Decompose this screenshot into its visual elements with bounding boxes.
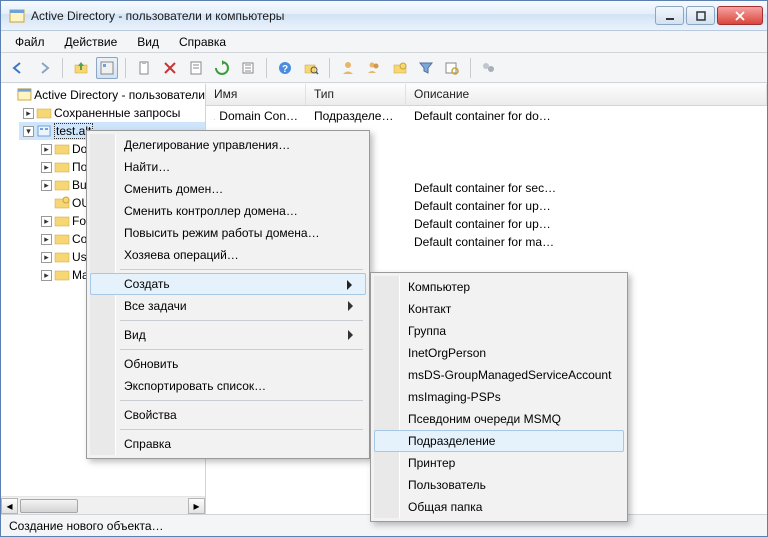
scroll-right-button[interactable]: ▸	[188, 498, 205, 514]
ctx-create[interactable]: Создать	[90, 273, 366, 295]
ctx-delegate[interactable]: Делегирование управления…	[90, 134, 366, 156]
ctx-raise-level[interactable]: Повысить режим работы домена…	[90, 222, 366, 244]
list-header: Имя Тип Описание	[206, 84, 767, 106]
ctx-help[interactable]: Справка	[90, 433, 366, 455]
ou-icon	[214, 109, 215, 123]
ctx-create-contact[interactable]: Контакт	[374, 298, 624, 320]
extra-icon[interactable]	[478, 57, 500, 79]
search-icon[interactable]	[441, 57, 463, 79]
tree-saved-queries[interactable]: ▸ Сохраненные запросы	[19, 104, 205, 122]
ctx-properties[interactable]: Свойства	[90, 404, 366, 426]
refresh-button[interactable]	[211, 57, 233, 79]
ctx-create-msimaging[interactable]: msImaging-PSPs	[374, 386, 624, 408]
titlebar: Active Directory - пользователи и компью…	[1, 1, 767, 31]
ou-icon-toolbar[interactable]	[389, 57, 411, 79]
status-text: Создание нового объекта…	[9, 519, 164, 533]
ctx-create-user[interactable]: Пользователь	[374, 474, 624, 496]
app-icon	[9, 8, 25, 24]
column-type[interactable]: Тип	[306, 84, 406, 105]
menu-view[interactable]: Вид	[129, 33, 167, 51]
ctx-create-sharedfolder[interactable]: Общая папка	[374, 496, 624, 518]
expander-icon[interactable]: ▸	[23, 108, 34, 119]
ctx-find[interactable]: Найти…	[90, 156, 366, 178]
ctx-separator	[120, 269, 363, 270]
submenu-arrow-icon	[348, 330, 358, 340]
svg-text:?: ?	[282, 64, 288, 75]
ctx-view[interactable]: Вид	[90, 324, 366, 346]
properties2-button[interactable]	[185, 57, 207, 79]
toolbar-separator	[470, 58, 471, 78]
folder-icon	[54, 249, 70, 265]
ctx-separator	[120, 429, 363, 430]
window-title: Active Directory - пользователи и компью…	[31, 9, 655, 23]
ctx-separator	[120, 349, 363, 350]
filter-icon[interactable]	[415, 57, 437, 79]
menu-action[interactable]: Действие	[57, 33, 126, 51]
tree-root[interactable]: Active Directory - пользователи	[1, 86, 205, 104]
clipboard-button[interactable]	[133, 57, 155, 79]
menu-file[interactable]: Файл	[7, 33, 53, 51]
ctx-create-msds[interactable]: msDS-GroupManagedServiceAccount	[374, 364, 624, 386]
folder-icon	[54, 177, 70, 193]
expander-icon[interactable]: ▾	[23, 126, 34, 137]
close-button[interactable]	[717, 6, 763, 25]
menubar: Файл Действие Вид Справка	[1, 31, 767, 53]
up-button[interactable]	[70, 57, 92, 79]
context-menu-create: Компьютер Контакт Группа InetOrgPerson m…	[370, 272, 628, 522]
ctx-create-group[interactable]: Группа	[374, 320, 624, 342]
ctx-create-computer[interactable]: Компьютер	[374, 276, 624, 298]
ctx-create-inetorg[interactable]: InetOrgPerson	[374, 342, 624, 364]
folder-icon	[54, 141, 70, 157]
tree-root-icon	[17, 87, 32, 103]
folder-icon	[36, 105, 52, 121]
context-menu-main: Делегирование управления… Найти… Сменить…	[86, 130, 370, 459]
folder-icon	[54, 159, 70, 175]
ctx-all-tasks[interactable]: Все задачи	[90, 295, 366, 317]
user-icon[interactable]	[337, 57, 359, 79]
properties-button[interactable]	[96, 57, 118, 79]
forward-button[interactable]	[33, 57, 55, 79]
toolbar-separator	[62, 58, 63, 78]
folder-icon	[54, 267, 70, 283]
list-row[interactable]: Domain Con… Подразделение Default contai…	[206, 107, 767, 125]
scroll-thumb[interactable]	[20, 499, 78, 513]
minimize-button[interactable]	[655, 6, 684, 25]
ctx-create-printer[interactable]: Принтер	[374, 452, 624, 474]
folder-icon	[54, 231, 70, 247]
submenu-arrow-icon	[348, 301, 358, 311]
menu-help[interactable]: Справка	[171, 33, 234, 51]
help-button[interactable]: ?	[274, 57, 296, 79]
export-button[interactable]	[237, 57, 259, 79]
ou-icon	[54, 195, 70, 211]
ctx-separator	[120, 400, 363, 401]
column-desc[interactable]: Описание	[406, 84, 767, 105]
folder-icon	[54, 213, 70, 229]
maximize-button[interactable]	[686, 6, 715, 25]
ctx-change-domain[interactable]: Сменить домен…	[90, 178, 366, 200]
ctx-change-dc[interactable]: Сменить контроллер домена…	[90, 200, 366, 222]
tree-horizontal-scrollbar[interactable]: ◂ ▸	[1, 496, 205, 514]
toolbar-separator	[329, 58, 330, 78]
find-button[interactable]	[300, 57, 322, 79]
toolbar: ?	[1, 53, 767, 83]
toolbar-separator	[266, 58, 267, 78]
submenu-arrow-icon	[347, 280, 357, 290]
ctx-create-msmq[interactable]: Псевдоним очереди MSMQ	[374, 408, 624, 430]
column-name[interactable]: Имя	[206, 84, 306, 105]
delete-button[interactable]	[159, 57, 181, 79]
ctx-separator	[120, 320, 363, 321]
toolbar-separator	[125, 58, 126, 78]
ctx-operation-masters[interactable]: Хозяева операций…	[90, 244, 366, 266]
ctx-export[interactable]: Экспортировать список…	[90, 375, 366, 397]
ctx-create-ou[interactable]: Подразделение	[374, 430, 624, 452]
domain-icon	[36, 123, 52, 139]
back-button[interactable]	[7, 57, 29, 79]
scroll-left-button[interactable]: ◂	[1, 498, 18, 514]
group-icon[interactable]	[363, 57, 385, 79]
ctx-refresh[interactable]: Обновить	[90, 353, 366, 375]
